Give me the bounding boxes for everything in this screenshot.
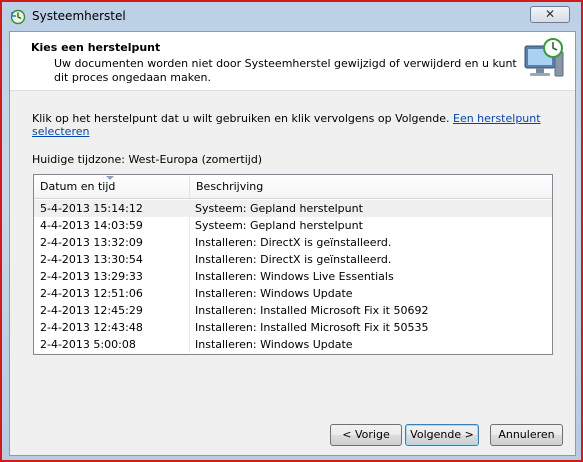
- sort-arrow-icon: [106, 176, 114, 180]
- restore-point-list[interactable]: Datum en tijd Beschrijving 5-4-2013 15:1…: [33, 174, 553, 355]
- next-button[interactable]: Volgende >: [405, 424, 479, 446]
- table-row[interactable]: 5-4-2013 15:14:12 Systeem: Gepland herst…: [34, 200, 552, 217]
- row-description: Systeem: Gepland herstelpunt: [195, 202, 363, 215]
- table-row[interactable]: 2-4-2013 12:45:29 Installeren: Installed…: [34, 302, 552, 319]
- row-description: Installeren: Windows Update: [195, 338, 353, 351]
- table-row[interactable]: 2-4-2013 13:29:33 Installeren: Windows L…: [34, 268, 552, 285]
- column-header-description[interactable]: Beschrijving: [190, 175, 552, 198]
- table-row[interactable]: 2-4-2013 12:51:06 Installeren: Windows U…: [34, 285, 552, 302]
- row-date: 2-4-2013 13:32:09: [40, 236, 143, 249]
- row-date: 2-4-2013 12:43:48: [40, 321, 143, 334]
- row-description: Installeren: Installed Microsoft Fix it …: [195, 321, 429, 334]
- row-date: 2-4-2013 5:00:08: [40, 338, 136, 351]
- column-header-date-label: Datum en tijd: [40, 180, 116, 193]
- column-header-description-label: Beschrijving: [196, 180, 264, 193]
- row-description: Systeem: Gepland herstelpunt: [195, 219, 363, 232]
- row-date: 4-4-2013 14:03:59: [40, 219, 143, 232]
- dialog-header: Kies een herstelpunt Uw documenten worde…: [10, 32, 575, 91]
- row-date: 2-4-2013 13:30:54: [40, 253, 143, 266]
- row-description: Installeren: Installed Microsoft Fix it …: [195, 304, 429, 317]
- title-bar[interactable]: Systeemherstel ✕: [4, 4, 583, 30]
- computer-clock-icon: [521, 36, 567, 82]
- row-date: 2-4-2013 13:29:33: [40, 270, 143, 283]
- system-restore-icon: [10, 9, 26, 25]
- close-icon: ✕: [544, 7, 556, 21]
- timezone-label: Huidige tijdzone: West-Europa (zomertijd…: [32, 153, 263, 166]
- row-description: Installeren: Windows Live Essentials: [195, 270, 394, 283]
- close-button[interactable]: ✕: [530, 6, 570, 23]
- table-row[interactable]: 2-4-2013 5:00:08 Installeren: Windows Up…: [34, 336, 552, 353]
- page-description: Uw documenten worden niet door Systeemhe…: [54, 57, 517, 84]
- row-description: Installeren: DirectX is geïnstalleerd.: [195, 236, 392, 249]
- page-title: Kies een herstelpunt: [31, 41, 161, 54]
- button-bar: < Vorige Volgende > Annuleren: [10, 420, 575, 450]
- table-row[interactable]: 4-4-2013 14:03:59 Systeem: Gepland herst…: [34, 217, 552, 234]
- list-header: Datum en tijd Beschrijving: [34, 175, 552, 199]
- list-rows: 5-4-2013 15:14:12 Systeem: Gepland herst…: [34, 200, 552, 353]
- row-date: 5-4-2013 15:14:12: [40, 202, 143, 215]
- row-date: 2-4-2013 12:45:29: [40, 304, 143, 317]
- row-description: Installeren: DirectX is geïnstalleerd.: [195, 253, 392, 266]
- dialog-client-area: Kies een herstelpunt Uw documenten worde…: [9, 31, 576, 456]
- previous-button[interactable]: < Vorige: [330, 424, 402, 446]
- window-frame: Systeemherstel ✕ Kies een herstelpunt Uw…: [0, 0, 583, 462]
- row-date: 2-4-2013 12:51:06: [40, 287, 143, 300]
- cancel-button[interactable]: Annuleren: [490, 424, 563, 446]
- table-row[interactable]: 2-4-2013 12:43:48 Installeren: Installed…: [34, 319, 552, 336]
- instruction-line: Klik op het herstelpunt dat u wilt gebru…: [32, 112, 575, 138]
- instruction-text: Klik op het herstelpunt dat u wilt gebru…: [32, 112, 450, 125]
- row-description: Installeren: Windows Update: [195, 287, 353, 300]
- table-row[interactable]: 2-4-2013 13:32:09 Installeren: DirectX i…: [34, 234, 552, 251]
- table-row[interactable]: 2-4-2013 13:30:54 Installeren: DirectX i…: [34, 251, 552, 268]
- window-title: Systeemherstel: [32, 9, 126, 23]
- column-header-date[interactable]: Datum en tijd: [34, 175, 190, 198]
